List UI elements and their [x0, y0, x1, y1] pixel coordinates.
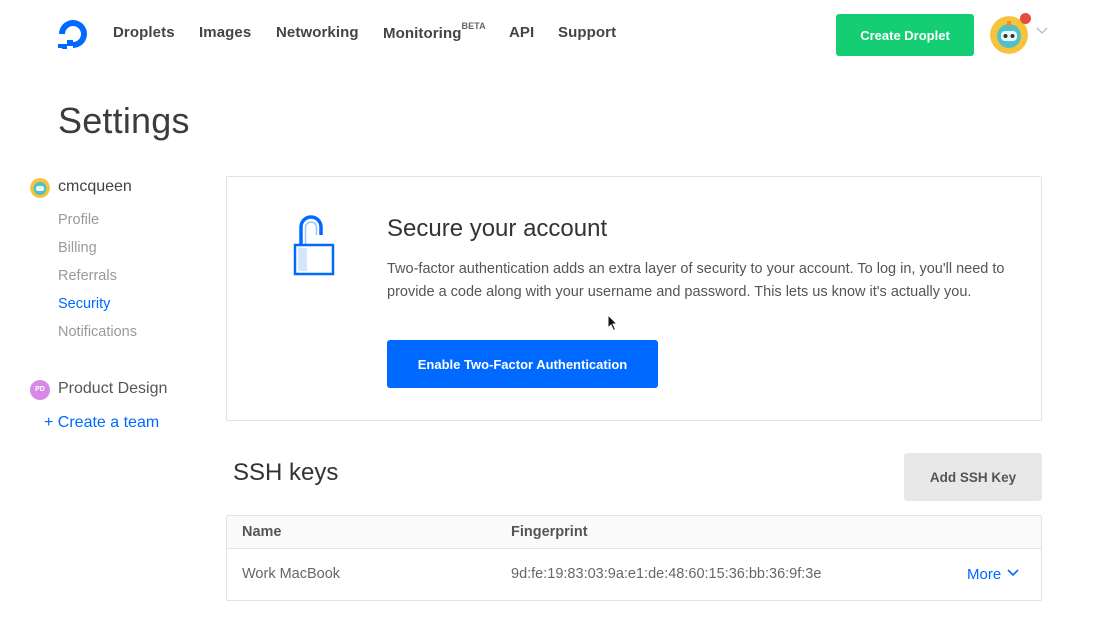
sidebar-item-billing[interactable]: Billing — [58, 240, 97, 256]
enable-two-factor-button[interactable]: Enable Two-Factor Authentication — [387, 340, 658, 388]
beta-badge: BETA — [461, 21, 486, 31]
user-avatar-small-icon — [30, 178, 50, 198]
create-team-link[interactable]: + Create a team — [44, 414, 159, 432]
column-header-fingerprint: Fingerprint — [511, 524, 588, 540]
nav-droplets[interactable]: Droplets — [113, 24, 175, 41]
team-avatar: PD — [30, 380, 50, 400]
top-navigation: Droplets Images Networking MonitoringBET… — [0, 0, 1108, 68]
secure-account-title: Secure your account — [387, 215, 608, 242]
sidebar-item-notifications[interactable]: Notifications — [58, 324, 137, 340]
lock-open-icon — [293, 215, 335, 276]
sidebar-team-name: Product Design — [58, 380, 168, 397]
chevron-down-icon — [1007, 569, 1019, 577]
sidebar-username: cmcqueen — [58, 178, 132, 195]
sidebar-item-security[interactable]: Security — [58, 296, 110, 312]
create-droplet-button[interactable]: Create Droplet — [836, 14, 974, 56]
nav-images[interactable]: Images — [199, 24, 251, 41]
nav-support[interactable]: Support — [558, 24, 616, 41]
table-header: Name Fingerprint — [227, 516, 1041, 549]
nav-monitoring-label: Monitoring — [383, 25, 462, 42]
more-dropdown[interactable]: More — [967, 566, 1019, 583]
ssh-key-name: Work MacBook — [242, 566, 341, 582]
more-label: More — [967, 566, 1002, 583]
nav-monitoring[interactable]: MonitoringBETA — [383, 21, 486, 42]
nav-networking[interactable]: Networking — [276, 24, 359, 41]
add-ssh-key-button[interactable]: Add SSH Key — [904, 453, 1042, 501]
secure-account-card: Secure your account Two-factor authentic… — [226, 176, 1042, 421]
sidebar-item-profile[interactable]: Profile — [58, 212, 99, 228]
page-title: Settings — [58, 100, 190, 141]
nav-api[interactable]: API — [509, 24, 534, 41]
digitalocean-logo-icon[interactable] — [56, 17, 90, 51]
cursor-icon — [607, 314, 619, 332]
chevron-down-icon[interactable] — [1036, 27, 1048, 35]
column-header-name: Name — [242, 524, 282, 540]
ssh-key-fingerprint: 9d:fe:19:83:03:9a:e1:de:48:60:15:36:bb:3… — [511, 566, 822, 582]
ssh-keys-table: Name Fingerprint Work MacBook 9d:fe:19:8… — [226, 515, 1042, 601]
sidebar-item-referrals[interactable]: Referrals — [58, 268, 117, 284]
secure-account-description: Two-factor authentication adds an extra … — [387, 261, 1005, 300]
table-row: Work MacBook 9d:fe:19:83:03:9a:e1:de:48:… — [227, 550, 1041, 600]
notification-dot — [1020, 13, 1031, 24]
ssh-keys-title: SSH keys — [233, 459, 339, 486]
